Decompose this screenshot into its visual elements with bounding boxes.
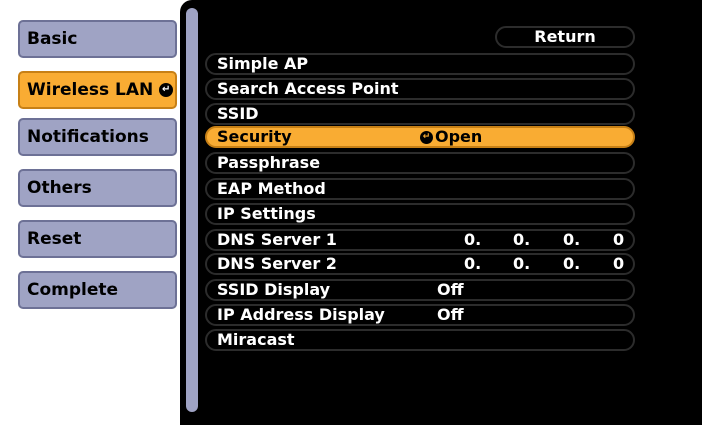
- row-label: DNS Server 2: [217, 254, 337, 273]
- row-simple-ap[interactable]: Simple AP: [205, 53, 635, 75]
- panel-rail: [186, 8, 198, 412]
- dns1-octet-1: 0.: [464, 230, 482, 249]
- row-label: Simple AP: [217, 54, 309, 73]
- security-value: ↵ Open: [420, 128, 482, 146]
- row-label: DNS Server 1: [217, 230, 337, 249]
- menu-item-notifications[interactable]: Notifications: [18, 118, 177, 156]
- row-label: SSID Display: [217, 280, 331, 299]
- row-miracast[interactable]: Miracast: [205, 329, 635, 351]
- row-ip-settings[interactable]: IP Settings: [205, 203, 635, 225]
- ip-address-display-value: Off: [437, 305, 464, 324]
- dns1-octet-2: 0.: [513, 230, 531, 249]
- menu-item-label: Complete: [27, 280, 119, 300]
- row-label: EAP Method: [217, 179, 326, 198]
- menu-item-label: Reset: [27, 229, 82, 249]
- menu-item-others[interactable]: Others: [18, 169, 177, 207]
- menu-item-label: Others: [27, 178, 92, 198]
- row-label: Passphrase: [217, 153, 321, 172]
- row-label: SSID: [217, 104, 259, 123]
- menu-item-label: Basic: [27, 29, 78, 49]
- row-label: IP Settings: [217, 204, 316, 223]
- menu-item-wireless-lan[interactable]: Wireless LAN ↵: [18, 71, 177, 109]
- return-button[interactable]: Return: [495, 26, 635, 48]
- menu-item-complete[interactable]: Complete: [18, 271, 177, 309]
- row-eap-method[interactable]: EAP Method: [205, 178, 635, 200]
- dns1-octet-4: 0: [613, 230, 625, 249]
- dns1-octet-3: 0.: [563, 230, 581, 249]
- ssid-display-value: Off: [437, 280, 464, 299]
- row-label: Miracast: [217, 330, 295, 349]
- row-search-access-point[interactable]: Search Access Point: [205, 78, 635, 100]
- row-security[interactable]: Security ↵ Open: [205, 126, 635, 148]
- dns2-octet-2: 0.: [513, 254, 531, 273]
- row-label: Security: [217, 127, 292, 146]
- dns2-octet-1: 0.: [464, 254, 482, 273]
- menu-item-label: Wireless LAN: [27, 80, 154, 100]
- row-ssid[interactable]: SSID: [205, 103, 635, 125]
- row-ssid-display[interactable]: SSID Display Off: [205, 279, 635, 301]
- row-dns-server-2[interactable]: DNS Server 2 0. 0. 0. 0: [205, 253, 635, 275]
- dns2-octet-4: 0: [613, 254, 625, 273]
- row-dns-server-1[interactable]: DNS Server 1 0. 0. 0. 0: [205, 229, 635, 251]
- row-ip-address-display[interactable]: IP Address Display Off: [205, 304, 635, 326]
- enter-icon: ↵: [420, 131, 433, 144]
- enter-icon: ↵: [159, 83, 174, 97]
- security-value-text: Open: [435, 127, 483, 146]
- menu-item-basic[interactable]: Basic: [18, 20, 177, 58]
- row-label: Search Access Point: [217, 79, 399, 98]
- dns2-octet-3: 0.: [563, 254, 581, 273]
- row-label: IP Address Display: [217, 305, 385, 324]
- menu-item-reset[interactable]: Reset: [18, 220, 177, 258]
- row-passphrase[interactable]: Passphrase: [205, 152, 635, 174]
- menu-item-label: Notifications: [27, 127, 149, 147]
